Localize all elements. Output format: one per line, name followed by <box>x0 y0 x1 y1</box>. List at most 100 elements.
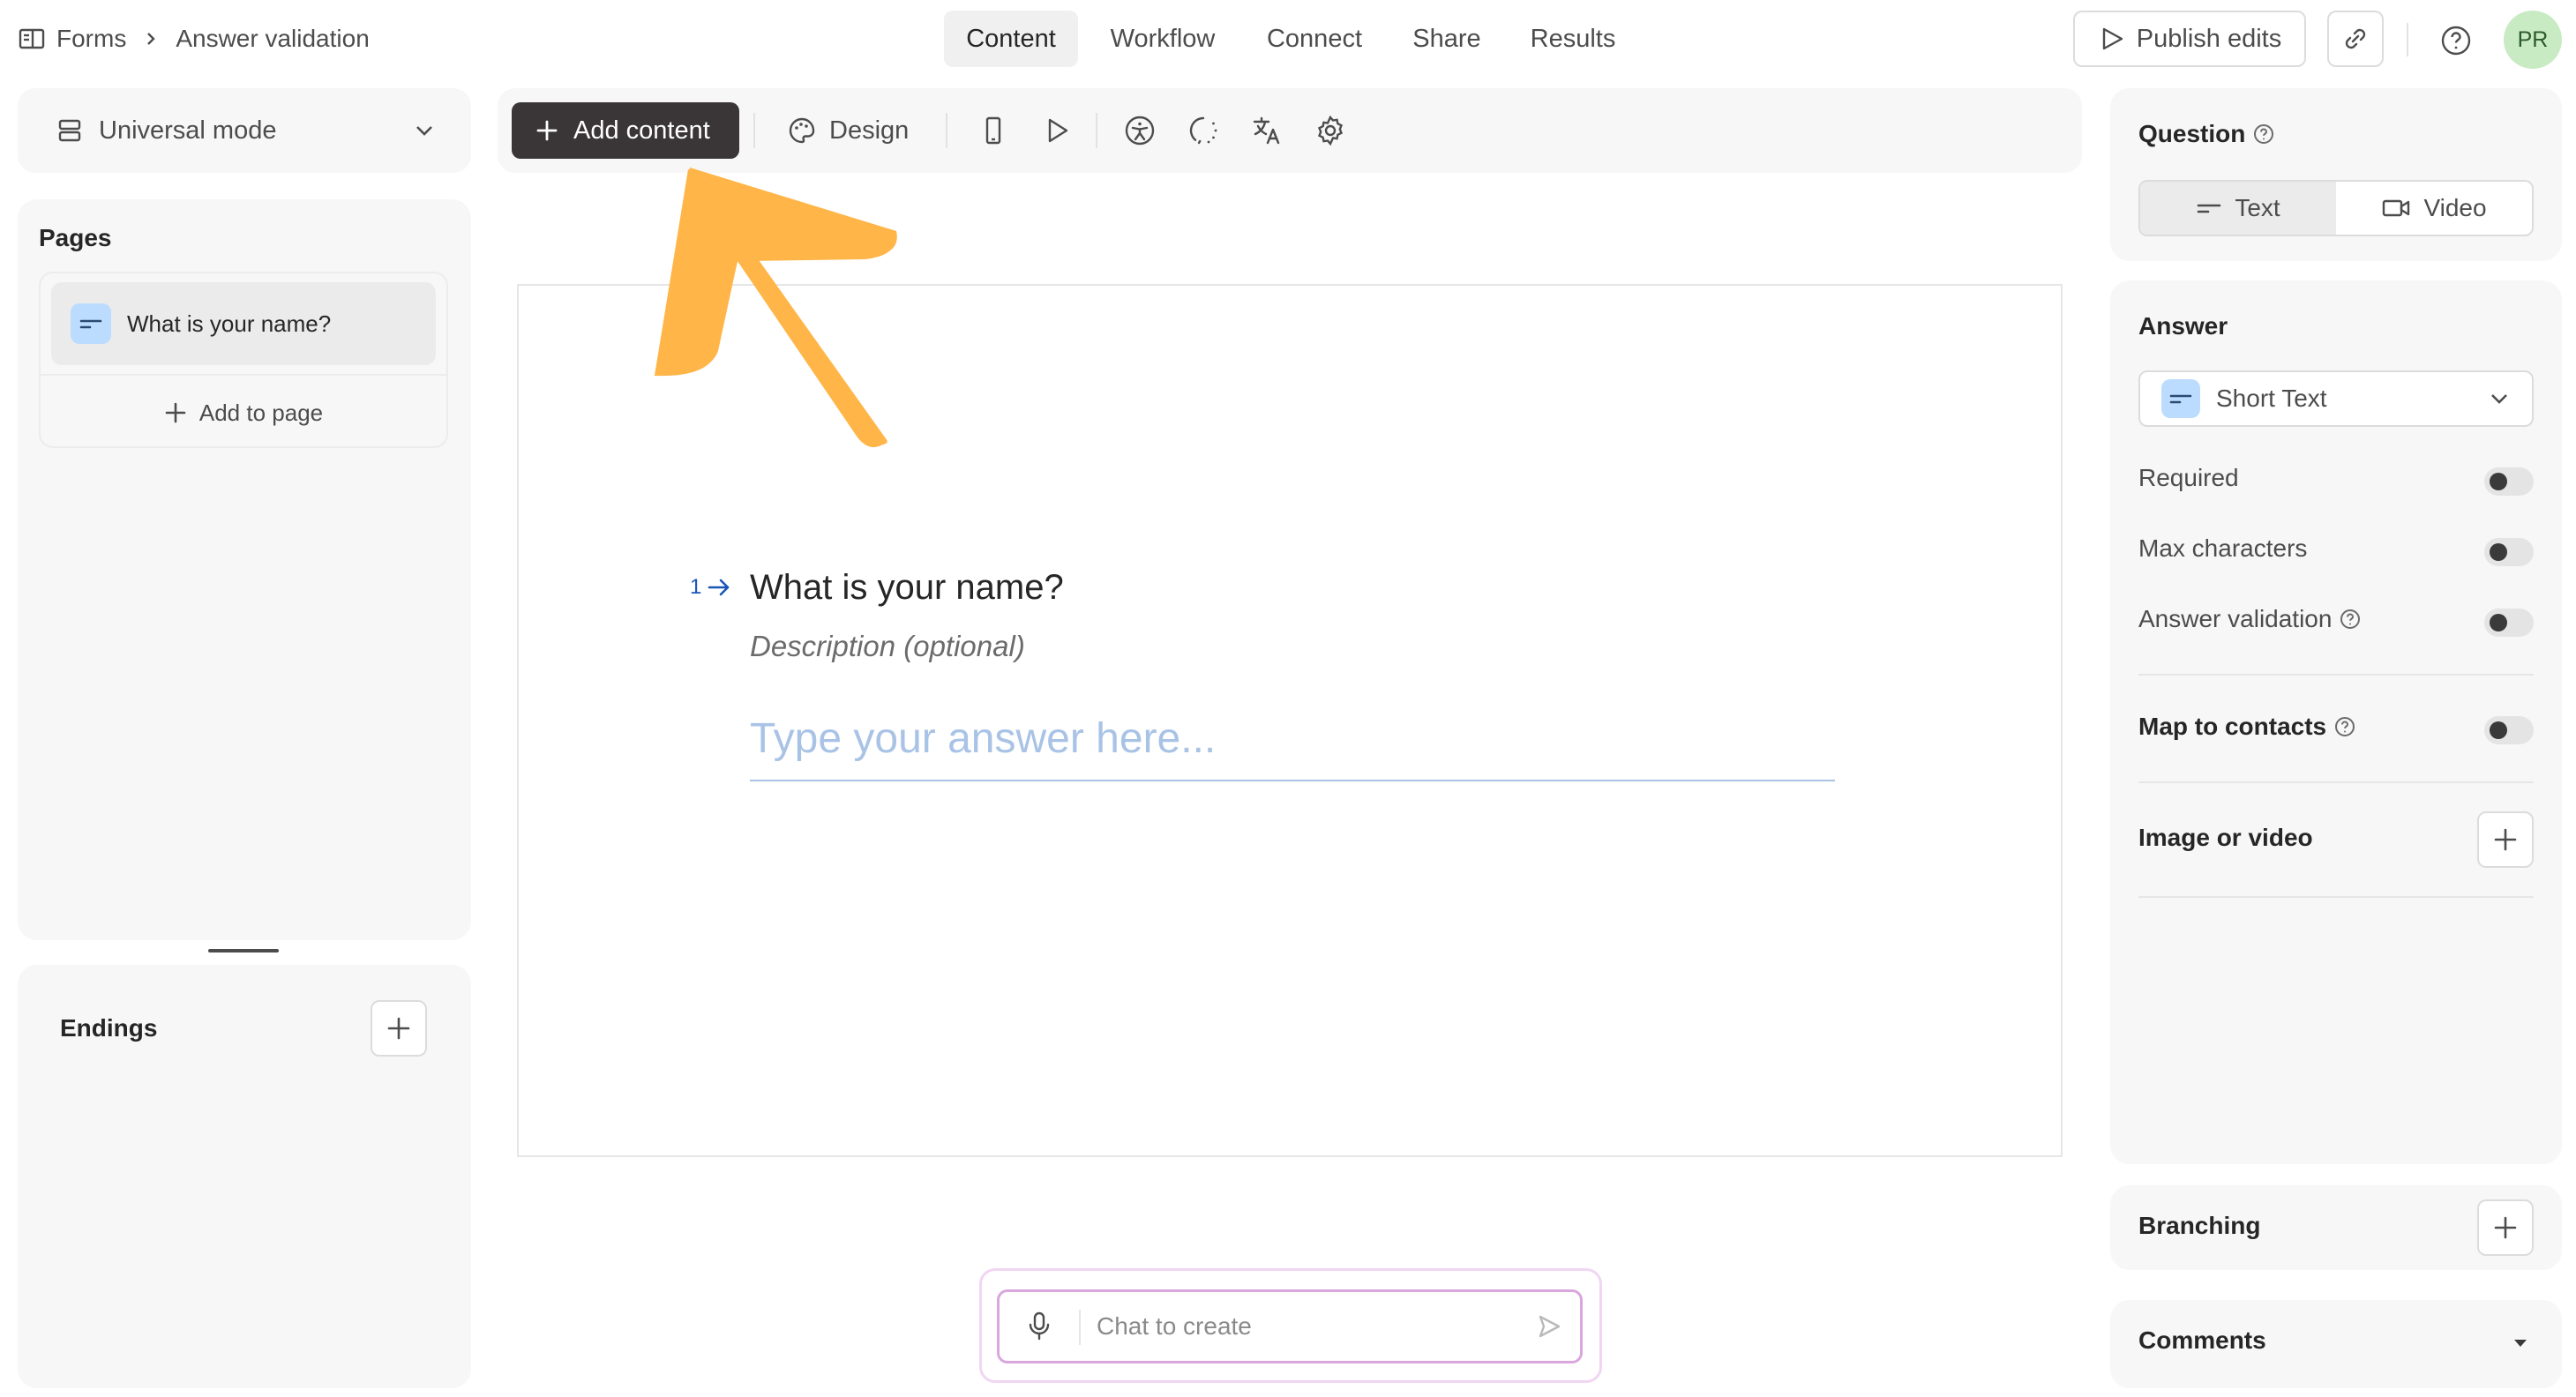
answer-underline <box>750 780 1835 781</box>
short-text-icon <box>2161 379 2200 418</box>
mode-select-label: Universal mode <box>99 116 277 145</box>
chevron-down-icon <box>413 119 436 142</box>
answer-validation-label: Answer validation <box>2138 605 2333 632</box>
tab-results-label: Results <box>1530 24 1616 53</box>
endings-title: Endings <box>60 1014 158 1042</box>
required-toggle[interactable] <box>2484 467 2534 496</box>
translate-icon[interactable] <box>1247 111 1286 150</box>
question-type-video-label: Video <box>2423 194 2487 221</box>
accessibility-icon[interactable] <box>1120 111 1159 150</box>
add-content-button[interactable]: Add content <box>512 102 739 159</box>
comments-label: Comments <box>2138 1326 2266 1354</box>
page-item[interactable]: What is your name? <box>51 282 436 365</box>
chevron-down-icon <box>2488 387 2511 410</box>
answer-section-title: Answer <box>2138 312 2228 340</box>
answer-input[interactable]: Type your answer here... <box>750 714 1216 763</box>
breadcrumb-root[interactable]: Forms <box>56 25 126 53</box>
plus-icon <box>535 118 559 143</box>
add-content-label: Add content <box>573 116 710 145</box>
caret-down-icon[interactable] <box>2507 1330 2534 1356</box>
question-description[interactable]: Description (optional) <box>750 630 1025 663</box>
answer-type-label: Short Text <box>2216 385 2327 412</box>
arrow-right-icon <box>707 577 731 598</box>
tab-content-label: Content <box>966 24 1056 53</box>
chat-input[interactable]: Chat to create <box>997 1289 1583 1363</box>
divider <box>1079 1310 1081 1345</box>
question-type-video[interactable]: Video <box>2336 182 2532 235</box>
link-icon <box>2340 24 2370 54</box>
add-ending-button[interactable] <box>371 1000 427 1057</box>
pages-title: Pages <box>39 224 112 251</box>
question-number: 1 <box>690 575 731 600</box>
tab-connect[interactable]: Connect <box>1246 11 1383 67</box>
pointer-arrow <box>653 159 917 459</box>
divider <box>2407 23 2408 56</box>
divider <box>2138 896 2534 898</box>
tab-workflow[interactable]: Workflow <box>1092 11 1233 67</box>
text-icon <box>2196 199 2222 217</box>
layers-icon <box>55 116 85 146</box>
max-characters-label: Max characters <box>2138 534 2308 562</box>
send-icon <box>2098 25 2126 53</box>
question-title[interactable]: What is your name? <box>750 568 1064 608</box>
map-to-contacts-toggle[interactable] <box>2484 716 2534 744</box>
divider <box>2138 674 2534 676</box>
add-to-page-label: Add to page <box>198 399 324 426</box>
answer-type-select[interactable]: Short Text <box>2138 370 2534 427</box>
tab-workflow-label: Workflow <box>1110 24 1216 53</box>
question-type-toggle: Text Video <box>2138 180 2534 236</box>
mobile-preview-icon[interactable] <box>974 111 1013 150</box>
microphone-icon[interactable] <box>1000 1304 1079 1348</box>
publish-edits-button[interactable]: Publish edits <box>2073 11 2306 67</box>
help-icon[interactable] <box>2252 123 2275 146</box>
tab-results[interactable]: Results <box>1514 11 1632 67</box>
max-characters-toggle[interactable] <box>2484 538 2534 566</box>
tab-connect-label: Connect <box>1266 24 1362 53</box>
play-preview-icon[interactable] <box>1037 111 1076 150</box>
video-icon <box>2381 198 2411 219</box>
add-to-page-button[interactable]: Add to page <box>41 393 446 432</box>
map-to-contacts-row: Map to contacts <box>2138 713 2356 741</box>
question-type-text-label: Text <box>2235 194 2280 221</box>
page-item-label: What is your name? <box>127 310 332 337</box>
pages-list: What is your name? Add to page <box>39 272 448 448</box>
chevron-right-icon <box>135 23 167 55</box>
breadcrumb: Forms Answer validation <box>18 21 370 56</box>
help-icon[interactable] <box>2333 715 2356 738</box>
plus-icon <box>2492 1214 2519 1241</box>
copy-link-button[interactable] <box>2327 11 2384 67</box>
divider <box>946 113 947 148</box>
question-section-title: Question <box>2138 120 2275 148</box>
add-image-or-video-button[interactable] <box>2477 811 2534 868</box>
help-icon[interactable] <box>2437 21 2475 60</box>
plus-icon <box>386 1015 412 1042</box>
help-icon[interactable] <box>2339 608 2362 631</box>
mode-select[interactable]: Universal mode <box>18 88 471 173</box>
divider <box>753 113 755 148</box>
answer-validation-toggle[interactable] <box>2484 609 2534 637</box>
forms-icon <box>18 25 46 53</box>
resize-handle[interactable] <box>208 949 279 952</box>
divider <box>41 374 446 376</box>
avatar-initials: PR <box>2517 26 2549 52</box>
palette-icon <box>787 116 817 146</box>
add-branching-button[interactable] <box>2477 1199 2534 1256</box>
avatar[interactable]: PR <box>2504 11 2562 69</box>
short-text-icon <box>71 303 111 344</box>
plus-icon <box>2492 826 2519 853</box>
answer-validation-row: Answer validation <box>2138 605 2362 633</box>
publish-edits-label: Publish edits <box>2136 24 2282 53</box>
tab-share-label: Share <box>1412 24 1481 53</box>
question-section-label: Question <box>2138 120 2246 147</box>
chat-placeholder: Chat to create <box>1097 1312 1252 1340</box>
question-type-text[interactable]: Text <box>2140 182 2336 235</box>
tab-content[interactable]: Content <box>944 11 1078 67</box>
divider <box>2138 781 2534 783</box>
design-button[interactable]: Design <box>787 102 909 159</box>
top-bar: Forms Answer validation Content Workflow… <box>0 0 2576 79</box>
settings-icon[interactable] <box>1311 111 1350 150</box>
tab-share[interactable]: Share <box>1396 11 1498 67</box>
send-icon[interactable] <box>1518 1304 1580 1348</box>
loading-icon[interactable] <box>1184 111 1223 150</box>
required-label: Required <box>2138 464 2239 491</box>
